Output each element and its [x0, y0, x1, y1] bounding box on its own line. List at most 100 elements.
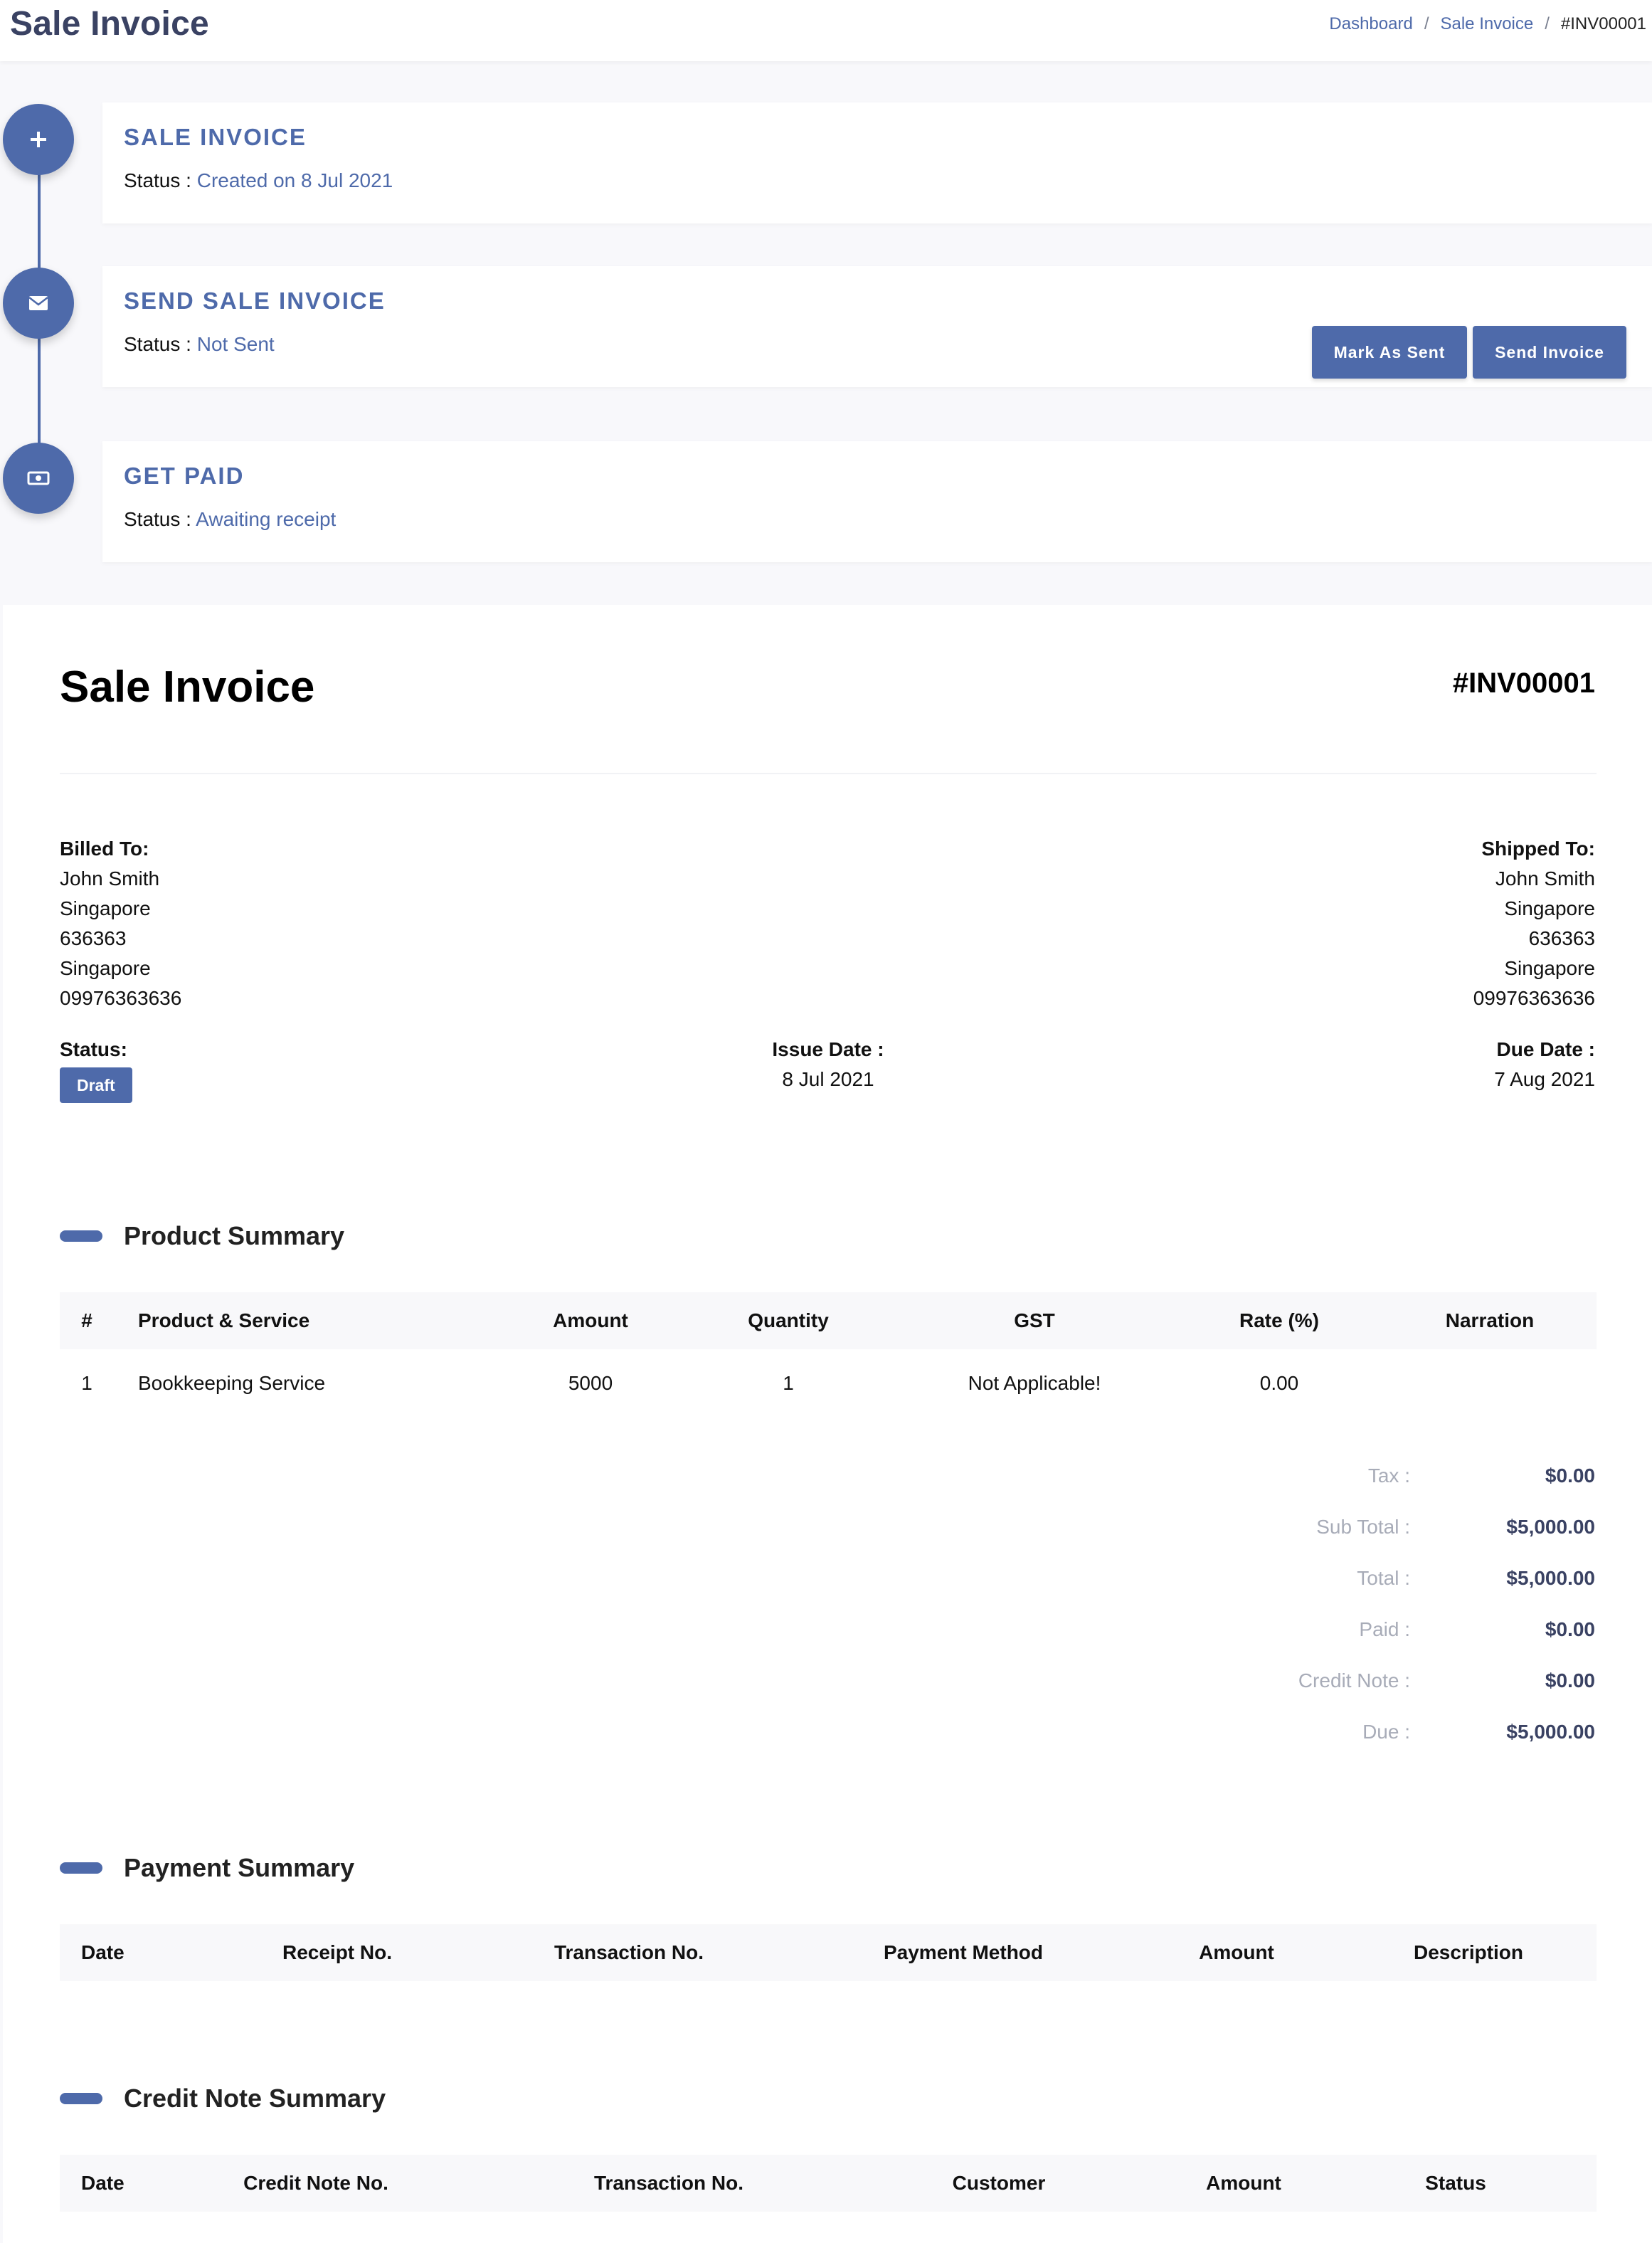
payment-summary-heading: Payment Summary [60, 1850, 354, 1886]
issue-date-label: Issue Date : [772, 1038, 884, 1060]
status-value: Not Sent [196, 333, 275, 355]
product-table-header: # Product & Service Amount Quantity GST … [60, 1292, 1597, 1349]
total-value: $5,000.00 [1506, 1567, 1595, 1589]
column-header: Status [1425, 2172, 1486, 2194]
total-label: Credit Note : [1298, 1669, 1410, 1692]
invoice-title: Sale Invoice [60, 663, 315, 712]
total-value: $5,000.00 [1506, 1721, 1595, 1743]
shipped-to-label: Shipped To: [1481, 838, 1595, 860]
shipped-to-line: 636363 [1528, 927, 1595, 949]
column-header: Description [1413, 1941, 1524, 1963]
section-title: Credit Note Summary [124, 2084, 386, 2113]
breadcrumb-sale-invoice[interactable]: Sale Invoice [1440, 14, 1533, 34]
cell-quantity: 1 [783, 1372, 794, 1394]
step-card-get-paid: GET PAID Status : Awaiting receipt [102, 441, 1652, 562]
column-header: Amount [553, 1309, 628, 1331]
breadcrumb-current: #INV00001 [1560, 14, 1646, 33]
total-value: $5,000.00 [1506, 1516, 1595, 1538]
column-header: # [81, 1309, 92, 1331]
total-label: Sub Total : [1316, 1516, 1410, 1538]
status-label: Status : [124, 169, 191, 191]
step-title: SEND SALE INVOICE [124, 287, 386, 314]
section-accent-bar [60, 1862, 102, 1874]
cell-amount: 5000 [568, 1372, 613, 1394]
column-header: Amount [1199, 1941, 1274, 1963]
shipped-to-phone: 09976363636 [1473, 987, 1595, 1009]
credit-note-table-header: Date Credit Note No. Transaction No. Cus… [60, 2155, 1597, 2212]
total-value: $0.00 [1545, 1669, 1595, 1692]
step-card-send-invoice: SEND SALE INVOICE Status : Not Sent Mark… [102, 266, 1652, 387]
section-accent-bar [60, 2093, 102, 2104]
issue-date-value: 8 Jul 2021 [782, 1068, 874, 1090]
column-header: Transaction No. [554, 1941, 704, 1963]
total-value: $0.00 [1545, 1464, 1595, 1487]
step-status: Status : Awaiting receipt [124, 508, 336, 531]
payment-table-header: Date Receipt No. Transaction No. Payment… [60, 1924, 1597, 1981]
cell-index: 1 [81, 1372, 92, 1394]
shipped-to-name: John Smith [1495, 867, 1595, 890]
cell-rate: 0.00 [1259, 1372, 1299, 1394]
status-value: Created on 8 Jul 2021 [196, 169, 393, 191]
due-date-label: Due Date : [1496, 1038, 1595, 1060]
billed-to-phone: 09976363636 [60, 987, 182, 1009]
total-label: Total : [1357, 1567, 1410, 1589]
breadcrumb-separator: / [1545, 14, 1550, 33]
column-header: Amount [1206, 2172, 1281, 2194]
due-date-value: 7 Aug 2021 [1494, 1068, 1595, 1090]
envelope-icon [28, 296, 48, 310]
column-header: GST [1014, 1309, 1055, 1331]
column-header: Transaction No. [593, 2172, 744, 2194]
total-row-due: Due : $5,000.00 [3, 1721, 1652, 1749]
mark-as-sent-button[interactable]: Mark As Sent [1312, 326, 1467, 379]
status-label: Status : [124, 508, 191, 530]
due-date-block: Due Date : 7 Aug 2021 [1494, 1035, 1595, 1094]
column-header: Product & Service [138, 1309, 310, 1331]
invoice-document: Sale Invoice #INV00001 Billed To: John S… [3, 605, 1652, 2243]
send-invoice-button[interactable]: Send Invoice [1473, 326, 1626, 379]
money-icon [27, 471, 50, 485]
page-title: Sale Invoice [10, 5, 209, 43]
product-summary-heading: Product Summary [60, 1218, 344, 1254]
column-header: Rate (%) [1239, 1309, 1320, 1331]
column-header: Date [81, 1941, 125, 1963]
column-header: Receipt No. [282, 1941, 393, 1963]
status-value: Awaiting receipt [196, 508, 337, 530]
section-title: Product Summary [124, 1221, 345, 1250]
total-row-paid: Paid : $0.00 [3, 1618, 1652, 1647]
total-label: Due : [1362, 1721, 1410, 1743]
cell-product: Bookkeeping Service [138, 1372, 326, 1394]
breadcrumb: Dashboard / Sale Invoice / #INV00001 [1329, 14, 1646, 34]
billed-to-line: Singapore [60, 957, 151, 979]
step-status: Status : Not Sent [124, 333, 275, 356]
column-header: Payment Method [883, 1941, 1044, 1963]
column-header: Customer [952, 2172, 1046, 2194]
column-header: Credit Note No. [243, 2172, 388, 2194]
total-row-subtotal: Sub Total : $5,000.00 [3, 1516, 1652, 1544]
divider [60, 773, 1597, 774]
status-label: Status: [60, 1038, 127, 1060]
step-title: GET PAID [124, 463, 245, 489]
timeline-step-1-badge [3, 104, 74, 175]
cell-gst: Not Applicable! [968, 1372, 1101, 1394]
total-label: Paid : [1359, 1618, 1410, 1640]
billed-to-name: John Smith [60, 867, 160, 890]
plus-icon [31, 132, 46, 147]
status-label: Status : [124, 333, 191, 355]
shipped-to-block: Shipped To: John Smith Singapore 636363 … [1473, 834, 1595, 1013]
status-badge: Draft [60, 1067, 132, 1103]
billed-to-line: 636363 [60, 927, 127, 949]
section-accent-bar [60, 1230, 102, 1242]
column-header: Date [81, 2172, 125, 2194]
timeline-step-3-badge [3, 443, 74, 514]
invoice-status-block: Status: Draft [60, 1035, 132, 1103]
billed-to-label: Billed To: [60, 838, 149, 860]
timeline-step-2-badge [3, 268, 74, 339]
issue-date-block: Issue Date : 8 Jul 2021 [743, 1035, 914, 1094]
breadcrumb-dashboard[interactable]: Dashboard [1329, 14, 1412, 34]
step-card-sale-invoice: SALE INVOICE Status : Created on 8 Jul 2… [102, 102, 1652, 223]
total-label: Tax : [1367, 1464, 1410, 1487]
column-header: Narration [1445, 1309, 1535, 1331]
billed-to-block: Billed To: John Smith Singapore 636363 S… [60, 834, 181, 1013]
breadcrumb-separator: / [1424, 14, 1429, 33]
shipped-to-line: Singapore [1504, 957, 1595, 979]
